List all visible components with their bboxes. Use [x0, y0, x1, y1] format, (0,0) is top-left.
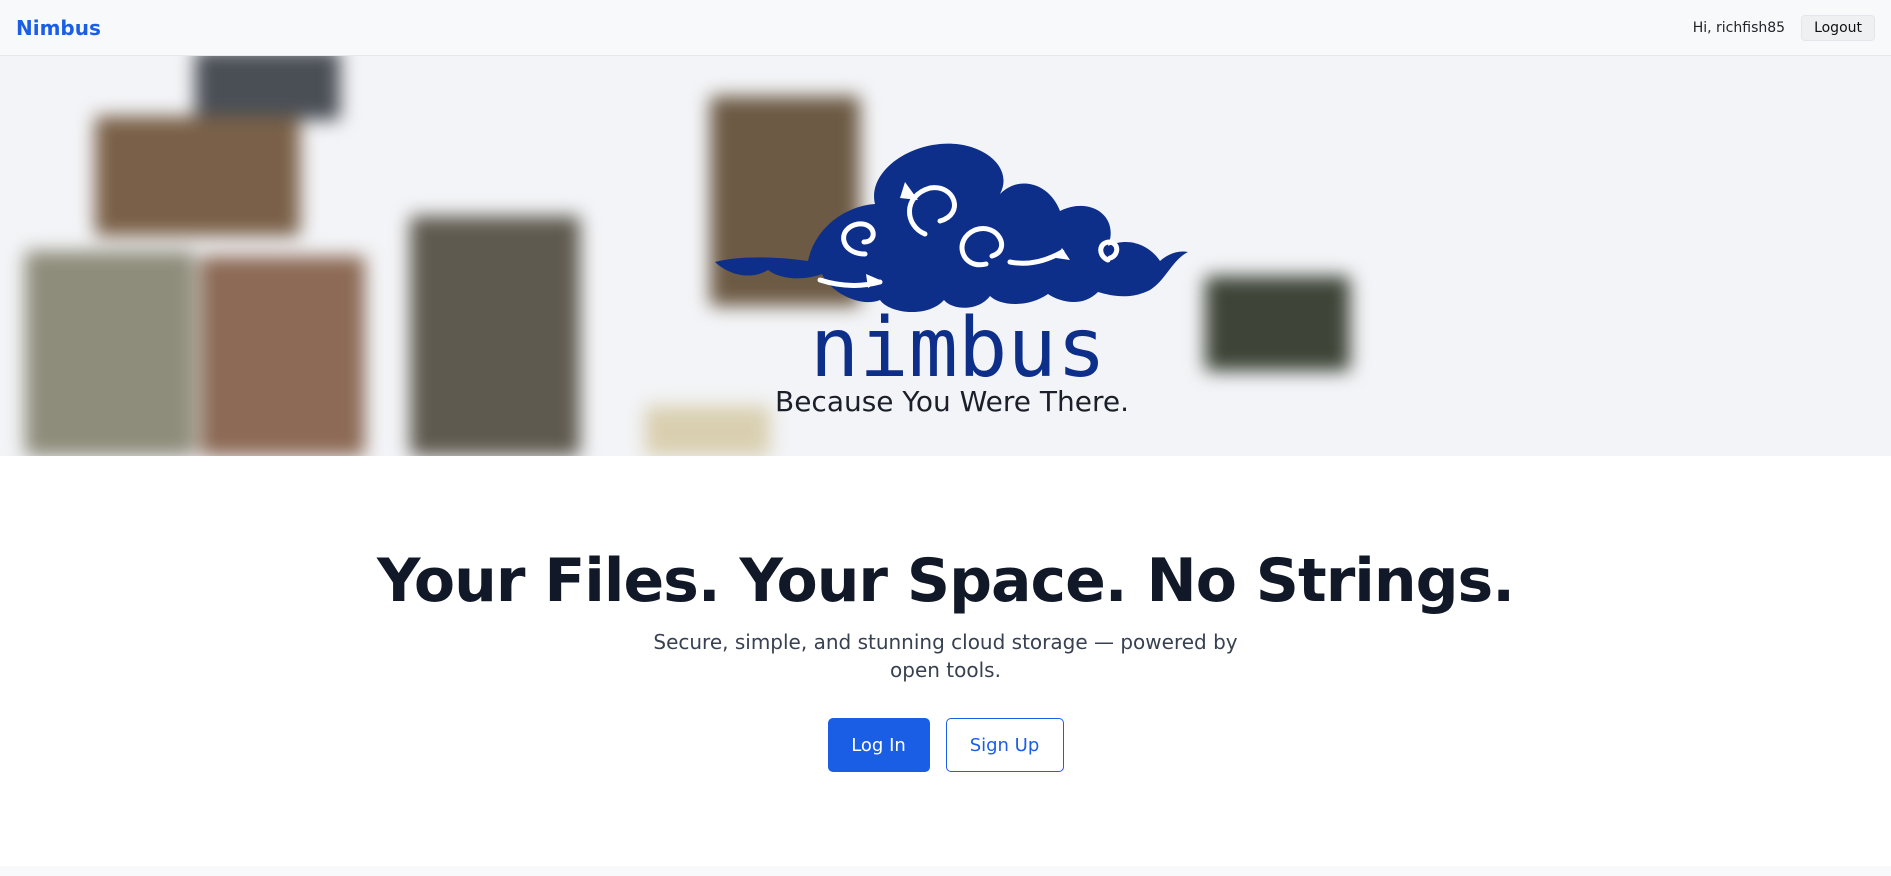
- hero-banner: nimbus Because You Were There.: [0, 56, 1891, 456]
- page-headline: Your Files. Your Space. No Strings.: [376, 546, 1515, 616]
- nimbus-logo: nimbus Because You Were There.: [715, 143, 1188, 418]
- user-greeting: Hi, richfish85: [1692, 19, 1786, 36]
- cta-buttons: Log In Sign Up: [0, 718, 1891, 772]
- top-navbar: Nimbus Hi, richfish85 Logout: [0, 0, 1891, 56]
- cloud-icon: [715, 143, 1188, 313]
- signup-button[interactable]: Sign Up: [945, 718, 1064, 772]
- logo-wordmark: nimbus: [810, 301, 1106, 396]
- login-button[interactable]: Log In: [827, 718, 930, 772]
- brand-link[interactable]: Nimbus: [16, 16, 101, 40]
- main-content: Your Files. Your Space. No Strings. Secu…: [0, 456, 1891, 772]
- footer-strip: [0, 866, 1891, 876]
- nav-user-area: Hi, richfish85 Logout: [1692, 14, 1875, 41]
- page-subheadline: Secure, simple, and stunning cloud stora…: [653, 630, 1238, 682]
- hero-tagline: Because You Were There.: [775, 385, 1129, 418]
- logout-button[interactable]: Logout: [1801, 14, 1875, 41]
